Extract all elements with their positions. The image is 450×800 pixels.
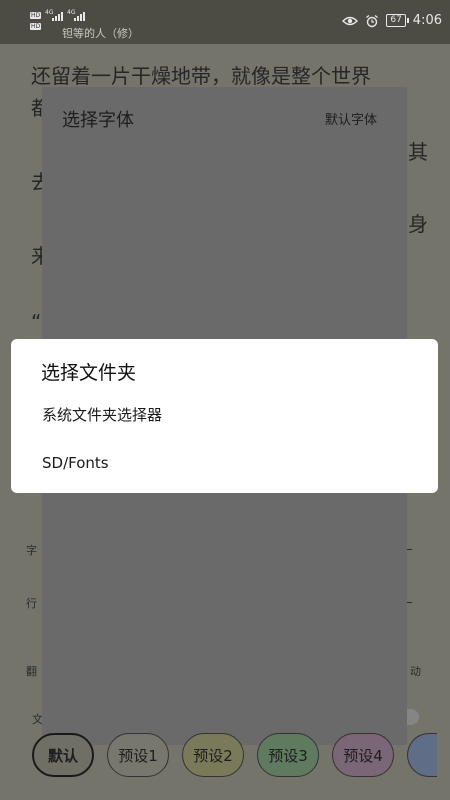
- line-spacing-label: 行: [26, 597, 37, 610]
- preset-row: 默认 预设1 预设2 预设3 预设4: [32, 733, 450, 779]
- reader-text-line: 还留着一片干燥地带，就像是整个世界: [31, 64, 371, 88]
- choose-folder-dialog: 选择文件夹 系统文件夹选择器 SD/Fonts: [11, 339, 438, 493]
- signal-icon-1: [52, 12, 63, 21]
- dialog-title: 选择文件夹: [41, 362, 137, 384]
- clock: 4:06: [412, 13, 442, 28]
- preset-default-button[interactable]: 默认: [32, 733, 94, 777]
- battery-icon: 67: [386, 14, 410, 27]
- sd-fonts-option[interactable]: SD/Fonts: [11, 441, 438, 485]
- preset-4-button[interactable]: 预设4: [332, 733, 394, 777]
- reader-text-line: 其: [408, 140, 428, 164]
- status-right: 67 4:06: [342, 13, 442, 28]
- hd-badge-1: HD: [30, 12, 42, 19]
- alarm-icon: [366, 14, 379, 27]
- preset-3-button[interactable]: 预设3: [257, 733, 319, 777]
- font-picker-title: 选择字体: [62, 110, 134, 131]
- hd-badge-2: HD: [30, 23, 42, 30]
- eye-icon: [342, 16, 359, 25]
- system-folder-picker-option[interactable]: 系统文件夹选择器: [11, 393, 438, 437]
- previous-chapter-title: 钽等的人（修）: [62, 27, 139, 40]
- preset-2-button[interactable]: 预设2: [182, 733, 244, 777]
- font-size-label: 字: [26, 544, 37, 557]
- page-turn-option[interactable]: 动: [410, 663, 421, 679]
- default-font-button[interactable]: 默认字体: [325, 109, 377, 128]
- status-bar: HD HD 4G 4G 钽等的人（修） 67 4:06: [0, 0, 450, 44]
- reader-text-line: 身: [408, 212, 428, 236]
- preset-5-button-partial[interactable]: [407, 733, 437, 777]
- page-turn-label: 翻: [26, 665, 37, 678]
- signal-icon-2: [74, 12, 85, 21]
- reader-text-line: “: [31, 310, 42, 334]
- preset-1-button[interactable]: 预设1: [107, 733, 169, 777]
